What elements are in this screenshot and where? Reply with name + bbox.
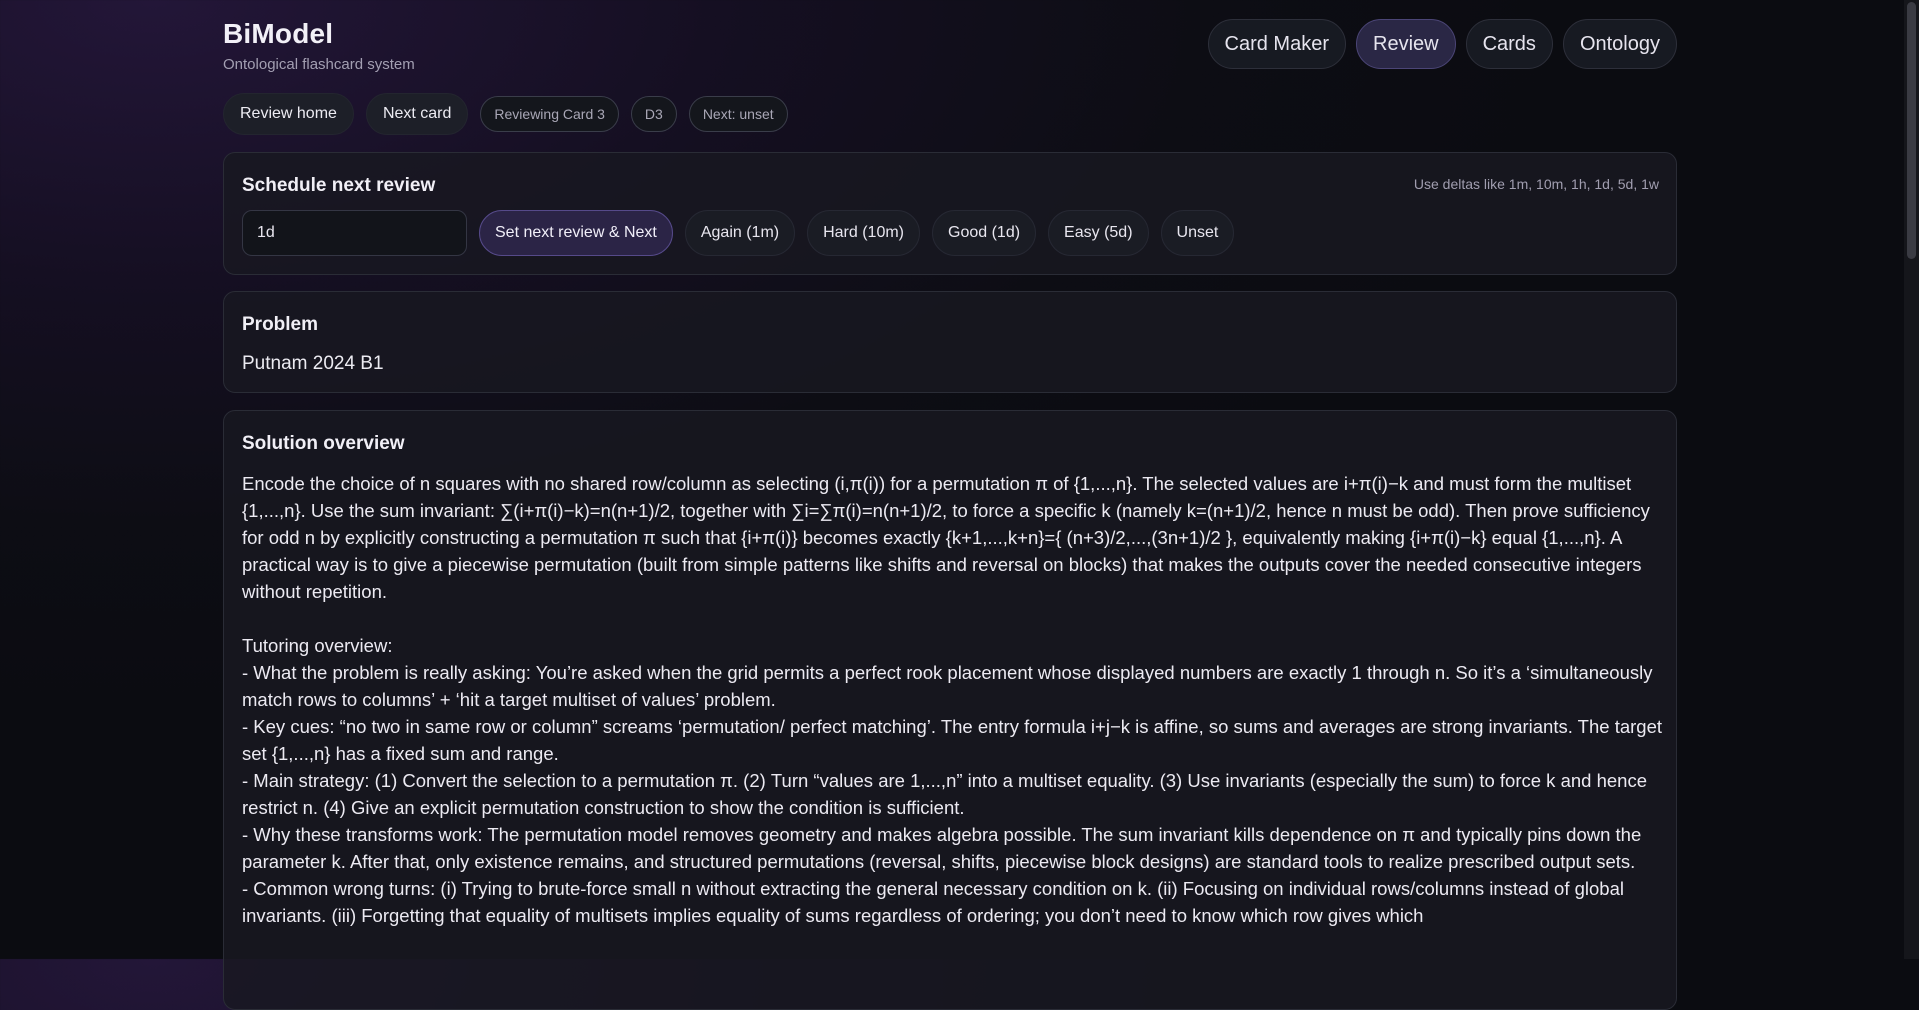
good-button[interactable]: Good (1d) [932, 210, 1037, 256]
nav-ontology[interactable]: Ontology [1562, 19, 1677, 69]
review-home-button[interactable]: Review home [223, 93, 354, 135]
next-review-badge: Next: unset [688, 96, 788, 132]
solution-title: Solution overview [242, 433, 405, 454]
nav-card-maker[interactable]: Card Maker [1207, 19, 1346, 69]
review-delta-input[interactable] [242, 210, 467, 256]
problem-title: Problem [242, 314, 319, 335]
solution-text: Encode the choice of n squares with no s… [242, 473, 1663, 926]
schedule-panel: Schedule next review Use deltas like 1m,… [223, 152, 1677, 275]
reviewing-card-badge: Reviewing Card 3 [480, 96, 619, 132]
schedule-title: Schedule next review [242, 175, 436, 196]
next-card-button[interactable]: Next card [365, 93, 469, 135]
app-title: BiModel [223, 18, 334, 49]
review-toolbar: Review home Next card Reviewing Card 3 D… [223, 93, 788, 135]
deck-badge: D3 [630, 96, 677, 132]
problem-text: Putnam 2024 B1 [242, 353, 384, 374]
hard-button[interactable]: Hard (10m) [807, 210, 920, 256]
page-scrollbar[interactable] [1904, 0, 1919, 959]
header: BiModel Ontological flashcard system Car… [223, 0, 1677, 92]
unset-button[interactable]: Unset [1160, 210, 1235, 256]
solution-panel: Solution overview Encode the choice of n… [223, 410, 1677, 1010]
again-button[interactable]: Again (1m) [684, 210, 796, 256]
problem-panel: Problem Putnam 2024 B1 [223, 291, 1677, 393]
top-nav: Card Maker Review Cards Ontology [1207, 19, 1677, 69]
easy-button[interactable]: Easy (5d) [1048, 210, 1149, 256]
nav-review[interactable]: Review [1356, 19, 1456, 69]
nav-cards[interactable]: Cards [1465, 19, 1553, 69]
app: BiModel Ontological flashcard system Car… [223, 0, 1677, 1010]
app-subtitle: Ontological flashcard system [223, 56, 415, 73]
scrollbar-thumb[interactable] [1907, 2, 1916, 259]
schedule-controls: Set next review & Next Again (1m) Hard (… [242, 210, 1235, 256]
set-next-review-button[interactable]: Set next review & Next [479, 210, 673, 256]
schedule-hint: Use deltas like 1m, 10m, 1h, 1d, 5d, 1w [1413, 176, 1659, 192]
